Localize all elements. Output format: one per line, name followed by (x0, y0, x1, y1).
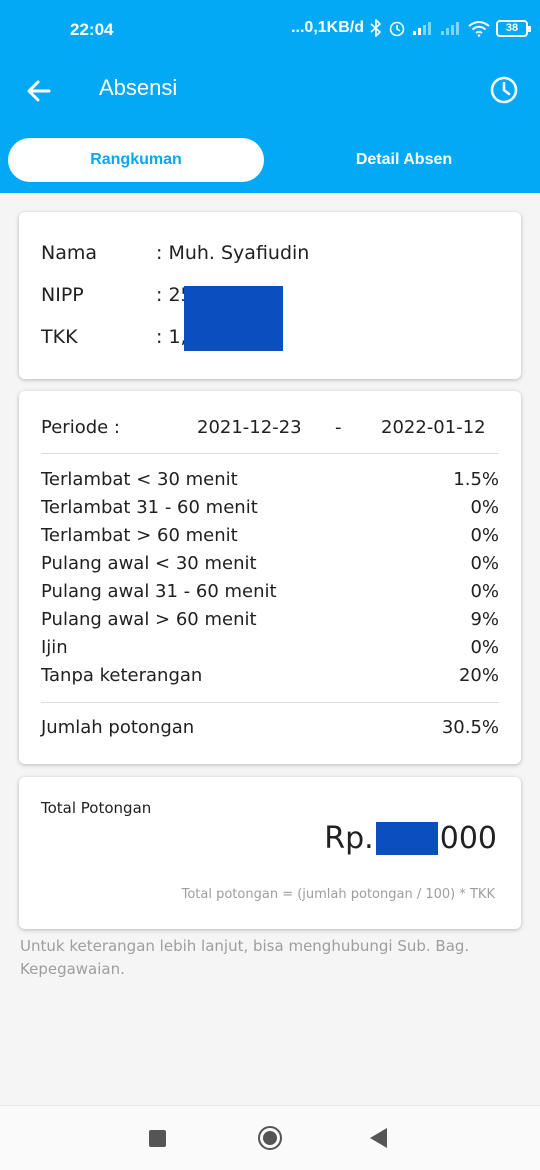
total-deduction-value: 30.5% (441, 717, 499, 738)
battery-icon: 38 (496, 19, 531, 37)
profile-card: Nama : Muh. Syafiudin NIPP : 25 TKK : 1, (19, 212, 521, 379)
stat-row: Terlambat 31 - 60 menit 0% (41, 497, 499, 525)
period-label: Periode : (41, 417, 120, 438)
signal-icon (413, 22, 431, 35)
tkk-value: : 1, (156, 326, 187, 348)
app-bar: Absensi (0, 62, 540, 132)
stat-value: 9% (470, 609, 499, 630)
stat-row: Tanpa keterangan 20% (41, 665, 499, 693)
stat-value: 0% (470, 553, 499, 574)
name-label: Nama (41, 242, 98, 264)
stat-label: Ijin (41, 637, 68, 658)
tab-detail-absen[interactable]: Detail Absen (276, 138, 532, 182)
stat-value: 20% (458, 665, 499, 686)
total-deduction-label: Jumlah potongan (41, 717, 195, 738)
period-end-date: 2022-01-12 (381, 417, 486, 438)
total-deduction-row: Jumlah potongan 30.5% (41, 717, 499, 745)
summary-card: Periode : 2021-12-23 - 2022-01-12 Terlam… (19, 391, 521, 764)
clock-icon[interactable] (488, 74, 520, 106)
stat-value: 0% (470, 581, 499, 602)
total-potongan-amount: Rp. 000 (324, 821, 497, 856)
amount-suffix: 000 (439, 821, 497, 856)
total-potongan-card: Total Potongan Rp. 000 Total potongan = … (19, 777, 521, 929)
nipp-label: NIPP (41, 284, 84, 306)
arrow-left-icon[interactable] (24, 76, 54, 106)
stat-value: 1.5% (453, 469, 499, 490)
period-start-date: 2021-12-23 (197, 417, 302, 438)
stat-label: Pulang awal > 60 menit (41, 609, 257, 630)
stat-row: Terlambat < 30 menit 1.5% (41, 469, 499, 497)
alarm-icon (389, 21, 405, 37)
back-triangle-icon[interactable] (370, 1128, 387, 1148)
divider (41, 453, 499, 454)
period-separator: - (335, 417, 342, 438)
divider (41, 702, 499, 703)
stat-label: Tanpa keterangan (41, 665, 203, 686)
stat-label: Terlambat > 60 menit (41, 525, 238, 546)
system-nav-bar (0, 1105, 540, 1170)
formula-text: Total potongan = (jumlah potongan / 100)… (181, 887, 495, 902)
net-speed: ...0,1KB/d (291, 19, 364, 36)
stat-label: Terlambat < 30 menit (41, 469, 238, 490)
amount-prefix: Rp. (324, 821, 374, 856)
stat-value: 0% (470, 497, 499, 518)
tab-rangkuman[interactable]: Rangkuman (8, 138, 264, 182)
name-value: : Muh. Syafiudin (156, 242, 310, 264)
stat-value: 0% (470, 525, 499, 546)
redaction-block (375, 822, 438, 855)
redaction-block (184, 286, 283, 351)
home-icon[interactable] (258, 1126, 282, 1150)
page-title: Absensi (99, 75, 178, 100)
stat-row: Pulang awal > 60 menit 9% (41, 609, 499, 637)
stat-row: Pulang awal 31 - 60 menit 0% (41, 581, 499, 609)
stat-value: 0% (470, 637, 499, 658)
recents-icon[interactable] (149, 1130, 166, 1147)
signal-icon-2 (441, 22, 459, 35)
stat-label: Pulang awal < 30 menit (41, 553, 257, 574)
status-icons: ...0,1KB/d 38 (291, 19, 531, 37)
tab-bar: Rangkuman Detail Absen (0, 132, 540, 193)
stat-label: Pulang awal 31 - 60 menit (41, 581, 277, 602)
wifi-icon (468, 20, 490, 37)
stat-row: Terlambat > 60 menit 0% (41, 525, 499, 553)
status-bar: 22:04 ...0,1KB/d 38 (0, 0, 540, 62)
status-time: 22:04 (70, 20, 114, 39)
bluetooth-icon (370, 19, 382, 37)
stat-row: Pulang awal < 30 menit 0% (41, 553, 499, 581)
stat-label: Terlambat 31 - 60 menit (41, 497, 258, 518)
info-note: Untuk keterangan lebih lanjut, bisa meng… (20, 937, 470, 978)
total-potongan-label: Total Potongan (41, 799, 152, 817)
stat-row: Ijin 0% (41, 637, 499, 665)
tkk-label: TKK (41, 326, 78, 348)
